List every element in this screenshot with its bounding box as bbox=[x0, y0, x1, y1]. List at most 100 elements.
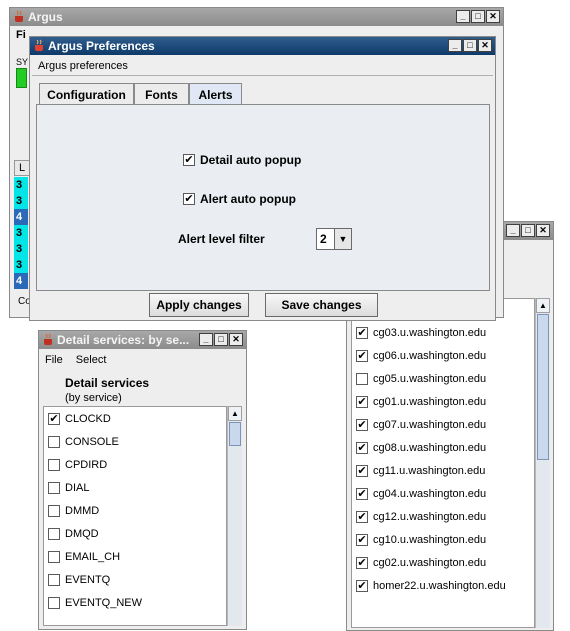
maximize-icon[interactable]: □ bbox=[471, 10, 485, 23]
item-checkbox[interactable]: ✔ bbox=[356, 488, 368, 500]
scroll-up-icon[interactable]: ▲ bbox=[536, 298, 550, 313]
argus-row-cell[interactable]: 3 bbox=[14, 177, 28, 193]
item-checkbox[interactable]: ✔ bbox=[48, 413, 60, 425]
list-item[interactable]: ✔ cg01.u.washington.edu bbox=[356, 392, 486, 412]
item-checkbox[interactable]: ✔ bbox=[356, 580, 368, 592]
item-label: DIAL bbox=[65, 482, 90, 494]
list-item[interactable]: ✔ cg02.u.washington.edu bbox=[356, 553, 486, 573]
list-item[interactable]: ✔ homer22.u.washington.edu bbox=[356, 576, 506, 596]
list-item[interactable]: ✔ cg10.u.washington.edu bbox=[356, 530, 486, 550]
close-icon[interactable]: ✕ bbox=[229, 333, 243, 346]
detail-menubar: File Select bbox=[39, 351, 246, 369]
hosts-list: ✔cg09.u.washington.edu✔cg03.u.washington… bbox=[351, 298, 535, 628]
argus-col-header: L bbox=[14, 160, 30, 176]
alert-level-value: 2 bbox=[320, 232, 327, 246]
list-item[interactable]: DMQD bbox=[48, 524, 99, 544]
item-checkbox[interactable] bbox=[48, 505, 60, 517]
item-checkbox[interactable] bbox=[48, 528, 60, 540]
argus-row-cell[interactable]: 3 bbox=[14, 225, 28, 241]
maximize-icon[interactable]: □ bbox=[463, 39, 477, 52]
item-checkbox[interactable]: ✔ bbox=[356, 419, 368, 431]
close-icon[interactable]: ✕ bbox=[486, 10, 500, 23]
tab-alerts[interactable]: Alerts bbox=[189, 83, 242, 105]
item-checkbox[interactable]: ✔ bbox=[356, 442, 368, 454]
list-item[interactable]: ✔ cg04.u.washington.edu bbox=[356, 484, 486, 504]
argus-row-cell[interactable]: 3 bbox=[14, 257, 28, 273]
item-checkbox[interactable]: ✔ bbox=[356, 350, 368, 362]
list-item[interactable]: DMMD bbox=[48, 501, 99, 521]
minimize-icon[interactable]: _ bbox=[199, 333, 213, 346]
list-item[interactable]: ✔ cg06.u.washington.edu bbox=[356, 346, 486, 366]
tab-fonts[interactable]: Fonts bbox=[134, 83, 189, 105]
hosts-window-buttons: _ □ ✕ bbox=[506, 224, 550, 237]
close-icon[interactable]: ✕ bbox=[536, 224, 550, 237]
alert-level-select[interactable]: 2 ▼ bbox=[316, 228, 352, 250]
detail-auto-popup-option[interactable]: ✔ Detail auto popup bbox=[183, 153, 301, 167]
alert-auto-popup-label: Alert auto popup bbox=[200, 192, 296, 206]
chevron-down-icon[interactable]: ▼ bbox=[334, 229, 351, 249]
item-label: DMQD bbox=[65, 528, 99, 540]
item-label: cg08.u.washington.edu bbox=[373, 442, 487, 454]
item-checkbox[interactable] bbox=[356, 373, 368, 385]
detail-scrollbar[interactable]: ▲ bbox=[227, 406, 242, 626]
minimize-icon[interactable]: _ bbox=[456, 10, 470, 23]
item-checkbox[interactable]: ✔ bbox=[356, 465, 368, 477]
argus-row-cell[interactable]: 4 bbox=[14, 273, 28, 289]
list-item[interactable]: CONSOLE bbox=[48, 432, 119, 452]
list-item[interactable]: EVENTQ bbox=[48, 570, 110, 590]
detail-scroll-thumb[interactable] bbox=[229, 422, 241, 446]
hosts-scroll-thumb[interactable] bbox=[537, 314, 549, 460]
item-checkbox[interactable] bbox=[48, 551, 60, 563]
apply-changes-button[interactable]: Apply changes bbox=[149, 293, 249, 317]
item-checkbox[interactable] bbox=[48, 574, 60, 586]
list-item[interactable]: ✔ cg11.u.washington.edu bbox=[356, 461, 485, 481]
list-item[interactable]: ✔ CLOCKD bbox=[48, 409, 111, 429]
item-checkbox[interactable]: ✔ bbox=[356, 534, 368, 546]
close-icon[interactable]: ✕ bbox=[478, 39, 492, 52]
list-item[interactable]: ✔ cg03.u.washington.edu bbox=[356, 323, 486, 343]
argus-titlebar[interactable]: Argus _ □ ✕ bbox=[10, 8, 503, 26]
argus-row-cell[interactable]: 3 bbox=[14, 241, 28, 257]
list-item[interactable]: ✔ cg12.u.washington.edu bbox=[356, 507, 486, 527]
list-item[interactable]: EVENTQ_NEW bbox=[48, 593, 142, 613]
list-item[interactable]: CPDIRD bbox=[48, 455, 107, 475]
item-checkbox[interactable] bbox=[48, 482, 60, 494]
preferences-window: Argus Preferences _ □ ✕ Argus preference… bbox=[29, 36, 496, 321]
detail-auto-popup-checkbox[interactable]: ✔ bbox=[183, 154, 195, 166]
item-checkbox[interactable] bbox=[48, 436, 60, 448]
list-item[interactable]: EMAIL_CH bbox=[48, 547, 120, 567]
minimize-icon[interactable]: _ bbox=[448, 39, 462, 52]
alert-auto-popup-option[interactable]: ✔ Alert auto popup bbox=[183, 192, 296, 206]
list-item[interactable]: cg05.u.washington.edu bbox=[356, 369, 486, 389]
detail-window-buttons: _ □ ✕ bbox=[199, 333, 243, 346]
item-checkbox[interactable]: ✔ bbox=[356, 327, 368, 339]
minimize-icon[interactable]: _ bbox=[506, 224, 520, 237]
argus-menu-file[interactable]: Fi bbox=[16, 29, 26, 41]
preferences-titlebar[interactable]: Argus Preferences _ □ ✕ bbox=[30, 37, 495, 55]
item-checkbox[interactable] bbox=[48, 597, 60, 609]
list-item[interactable]: ✔ cg07.u.washington.edu bbox=[356, 415, 486, 435]
detail-services-titlebar[interactable]: Detail services: by se... _ □ ✕ bbox=[39, 331, 246, 349]
tab-configuration[interactable]: Configuration bbox=[39, 83, 134, 105]
menu-file[interactable]: File bbox=[45, 354, 63, 366]
list-item[interactable]: DIAL bbox=[48, 478, 89, 498]
argus-row-cell[interactable]: 4 bbox=[14, 209, 28, 225]
menu-select[interactable]: Select bbox=[76, 354, 107, 366]
argus-row-cell[interactable]: 3 bbox=[14, 193, 28, 209]
alert-auto-popup-checkbox[interactable]: ✔ bbox=[183, 193, 195, 205]
hosts-scrollbar[interactable]: ▲ bbox=[535, 298, 550, 628]
maximize-icon[interactable]: □ bbox=[521, 224, 535, 237]
item-checkbox[interactable]: ✔ bbox=[356, 396, 368, 408]
item-label: cg11.u.washington.edu bbox=[373, 465, 486, 477]
item-label: homer22.u.washington.edu bbox=[373, 580, 506, 592]
item-checkbox[interactable]: ✔ bbox=[356, 511, 368, 523]
list-item[interactable]: ✔ cg08.u.washington.edu bbox=[356, 438, 486, 458]
save-changes-button[interactable]: Save changes bbox=[265, 293, 378, 317]
item-label: CPDIRD bbox=[65, 459, 108, 471]
item-checkbox[interactable] bbox=[48, 459, 60, 471]
scroll-up-icon[interactable]: ▲ bbox=[228, 406, 242, 421]
item-label: EMAIL_CH bbox=[65, 551, 121, 563]
detail-subheader: (by service) bbox=[65, 392, 122, 404]
item-checkbox[interactable]: ✔ bbox=[356, 557, 368, 569]
maximize-icon[interactable]: □ bbox=[214, 333, 228, 346]
